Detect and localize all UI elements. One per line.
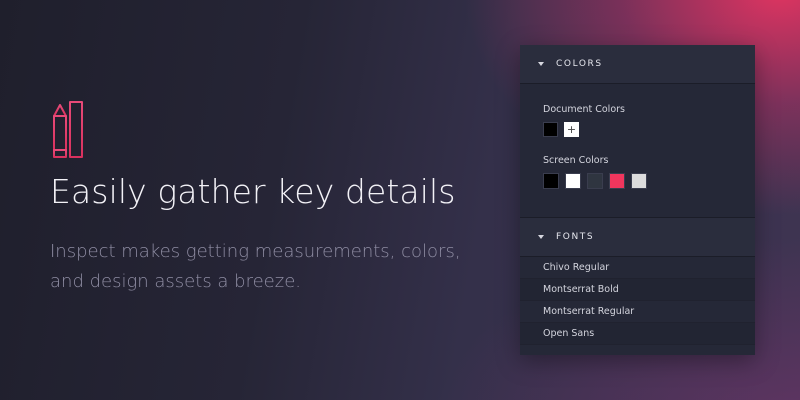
pencil-ruler-icon <box>53 101 83 158</box>
colors-section-body: Document Colors + Screen Colors <box>520 84 755 218</box>
screen-color-swatch[interactable] <box>587 173 603 189</box>
screen-color-swatch[interactable] <box>609 173 625 189</box>
inspect-panel: COLORS Document Colors + Screen Colors F… <box>520 45 755 355</box>
add-color-button[interactable]: + <box>564 122 579 137</box>
font-list-item[interactable]: Montserrat Bold <box>520 279 755 301</box>
hero-subtitle: Inspect makes getting measurements, colo… <box>50 241 461 292</box>
colors-header-label: COLORS <box>556 59 603 69</box>
screen-colors-row <box>543 173 755 189</box>
document-colors-label: Document Colors <box>543 104 625 115</box>
fonts-section-header[interactable]: FONTS <box>520 218 755 257</box>
font-list-item[interactable]: Montserrat Regular <box>520 301 755 323</box>
caret-down-icon <box>538 62 544 66</box>
screen-colors-label: Screen Colors <box>543 155 609 166</box>
font-list-item[interactable]: Open Sans <box>520 323 755 345</box>
screen-color-swatch[interactable] <box>565 173 581 189</box>
screen-color-swatch[interactable] <box>631 173 647 189</box>
document-color-swatch[interactable] <box>543 122 558 137</box>
caret-down-icon <box>538 235 544 239</box>
font-list: Chivo Regular Montserrat Bold Montserrat… <box>520 257 755 345</box>
colors-section-header[interactable]: COLORS <box>520 45 755 84</box>
font-list-item[interactable]: Chivo Regular <box>520 257 755 279</box>
hero-title: Easily gather key details <box>50 172 456 211</box>
document-colors-row: + <box>543 122 755 137</box>
screen-color-swatch[interactable] <box>543 173 559 189</box>
fonts-header-label: FONTS <box>556 232 595 242</box>
